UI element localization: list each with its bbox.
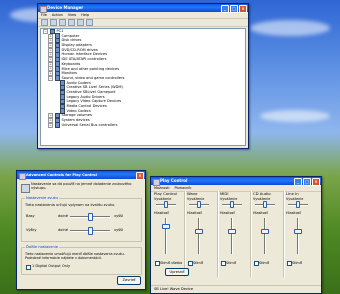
channel-separator <box>283 191 285 277</box>
mute-label: Stlmiť <box>292 261 302 265</box>
channel-separator <box>250 191 252 277</box>
treble-label: Výšky <box>26 228 37 232</box>
minimize-button[interactable]: _ <box>221 5 229 13</box>
volume-slider[interactable] <box>261 229 269 234</box>
balance-label: Vyváženie <box>154 197 172 201</box>
digital-output-checkbox[interactable] <box>26 265 31 270</box>
volume-slider[interactable] <box>228 229 236 234</box>
window-title: Play Control <box>160 178 188 183</box>
volume-label: Hlasitosť <box>220 211 235 215</box>
expand-toggle-icon[interactable]: + <box>48 122 53 128</box>
advanced-button[interactable]: Upresniť <box>165 268 189 276</box>
volume-label: Hlasitosť <box>253 211 268 215</box>
toolbar <box>38 19 248 27</box>
volume-slider-track <box>198 218 200 254</box>
volume-slider-track <box>231 218 233 254</box>
device-icon <box>54 122 60 128</box>
close-dialog-button[interactable]: Zavrieť <box>117 276 141 285</box>
cloud <box>250 20 330 36</box>
bass-high-label: vyšší <box>114 214 123 218</box>
menu-view[interactable]: View <box>68 12 76 18</box>
other-group-label: Ďalšie nastavenie <box>25 245 59 249</box>
menu-action[interactable]: Action <box>52 12 63 18</box>
cloud <box>260 110 330 122</box>
channel-name: Line In <box>286 191 299 196</box>
volume-label: Hlasitosť <box>286 211 301 215</box>
volume-label: Hlasitosť <box>154 211 169 215</box>
menu-file[interactable]: File <box>41 12 47 18</box>
balance-slider[interactable] <box>197 201 201 208</box>
channel-name: CD Audio <box>253 191 271 196</box>
window-title: Device Manager <box>47 5 84 10</box>
channel-separator <box>184 191 186 277</box>
mute-all-label: Stlmiť všetko <box>160 261 183 265</box>
device-tree: − PC1 + Computer + Disk drives + Display adapte… <box>40 28 246 146</box>
balance-slider[interactable] <box>230 201 234 208</box>
bass-low-label: dolné <box>58 214 68 218</box>
channel-name: Wave <box>187 191 198 196</box>
expand-toggle-icon[interactable]: − <box>48 75 53 81</box>
properties-icon[interactable] <box>59 19 66 26</box>
maximize-button[interactable]: □ <box>303 178 311 186</box>
status-bar: SB Live! Wave Device <box>151 285 321 293</box>
play-control-window: Play Control _ □ × Možnosti Pomocník Pla… <box>150 176 322 294</box>
balance-label: Vyváženie <box>286 197 304 201</box>
minimize-button[interactable]: _ <box>294 178 302 186</box>
balance-label: Vyváženie <box>220 197 238 201</box>
balance-label: Vyváženie <box>187 197 205 201</box>
balance-slider[interactable] <box>296 201 300 208</box>
channel-name: Play Control <box>154 191 177 196</box>
back-icon[interactable] <box>41 19 48 26</box>
bass-label: Basy <box>26 214 35 218</box>
title-bar[interactable]: Play Control _ □ × <box>151 177 321 186</box>
volume-slider[interactable] <box>195 229 203 234</box>
mute-label: Stlmiť <box>193 261 203 265</box>
mute-label: Stlmiť <box>226 261 236 265</box>
help-icon[interactable] <box>68 19 75 26</box>
other-description: Tieto nastavenia umožňujú meniť ďalšie n… <box>25 252 125 260</box>
close-button[interactable]: × <box>312 178 320 186</box>
treble-high-label: vyšší <box>114 228 123 232</box>
menu-bar: File Action View Help <box>38 12 248 19</box>
speaker-icon <box>153 178 160 186</box>
volume-slider[interactable] <box>162 224 170 229</box>
tree-item[interactable]: + Universal Serial Bus controllers <box>41 122 245 128</box>
status-text: SB Live! Wave Device <box>154 287 194 291</box>
title-bar[interactable]: Advanced Controls for Play Control × <box>17 171 145 180</box>
other-settings-group: Ďalšie nastavenie Tieto nastavenia umožň… <box>21 245 142 275</box>
device-manager-icon <box>40 5 47 13</box>
close-button[interactable]: × <box>136 172 144 180</box>
balance-label: Vyváženie <box>253 197 271 201</box>
title-bar[interactable]: Device Manager _ □ × <box>38 4 248 13</box>
balance-slider[interactable] <box>164 201 168 208</box>
volume-label: Hlasitosť <box>187 211 202 215</box>
update-driver-icon[interactable] <box>86 19 93 26</box>
window-title: Advanced Controls for Play Control <box>26 173 98 177</box>
close-button[interactable]: × <box>239 5 247 13</box>
intro-text: Nastavenie sa dá použiť na jemné doladen… <box>31 182 132 191</box>
scan-hardware-icon[interactable] <box>77 19 84 26</box>
treble-low-label: dolné <box>58 228 68 232</box>
digital-output-label: 1 Digital Output Only <box>32 264 71 268</box>
tone-group-label: Nastavenie zvuku <box>25 196 59 200</box>
balance-slider[interactable] <box>263 201 267 208</box>
bass-slider[interactable] <box>88 213 93 221</box>
speaker-icon <box>21 184 30 193</box>
volume-slider-track <box>264 218 266 254</box>
volume-slider-track <box>297 218 299 254</box>
channel-name: MIDI <box>220 191 229 196</box>
forward-icon[interactable] <box>50 19 57 26</box>
tone-description: Tieto nastavenia určujú vplyvom na kvali… <box>25 203 116 207</box>
tree-item-label: Universal Serial Bus controllers <box>61 122 118 127</box>
advanced-controls-window: Advanced Controls for Play Control × Nas… <box>16 170 146 290</box>
tone-group: Nastavenie zvuku Tieto nastavenia určujú… <box>21 196 142 242</box>
volume-slider[interactable] <box>294 229 302 234</box>
device-manager-window: Device Manager _ □ × File Action View He… <box>37 3 249 149</box>
maximize-button[interactable]: □ <box>230 5 238 13</box>
speaker-icon <box>19 172 26 180</box>
channel-separator <box>217 191 219 277</box>
mute-label: Stlmiť <box>259 261 269 265</box>
menu-help[interactable]: Help <box>81 12 89 18</box>
treble-slider[interactable] <box>88 227 93 235</box>
